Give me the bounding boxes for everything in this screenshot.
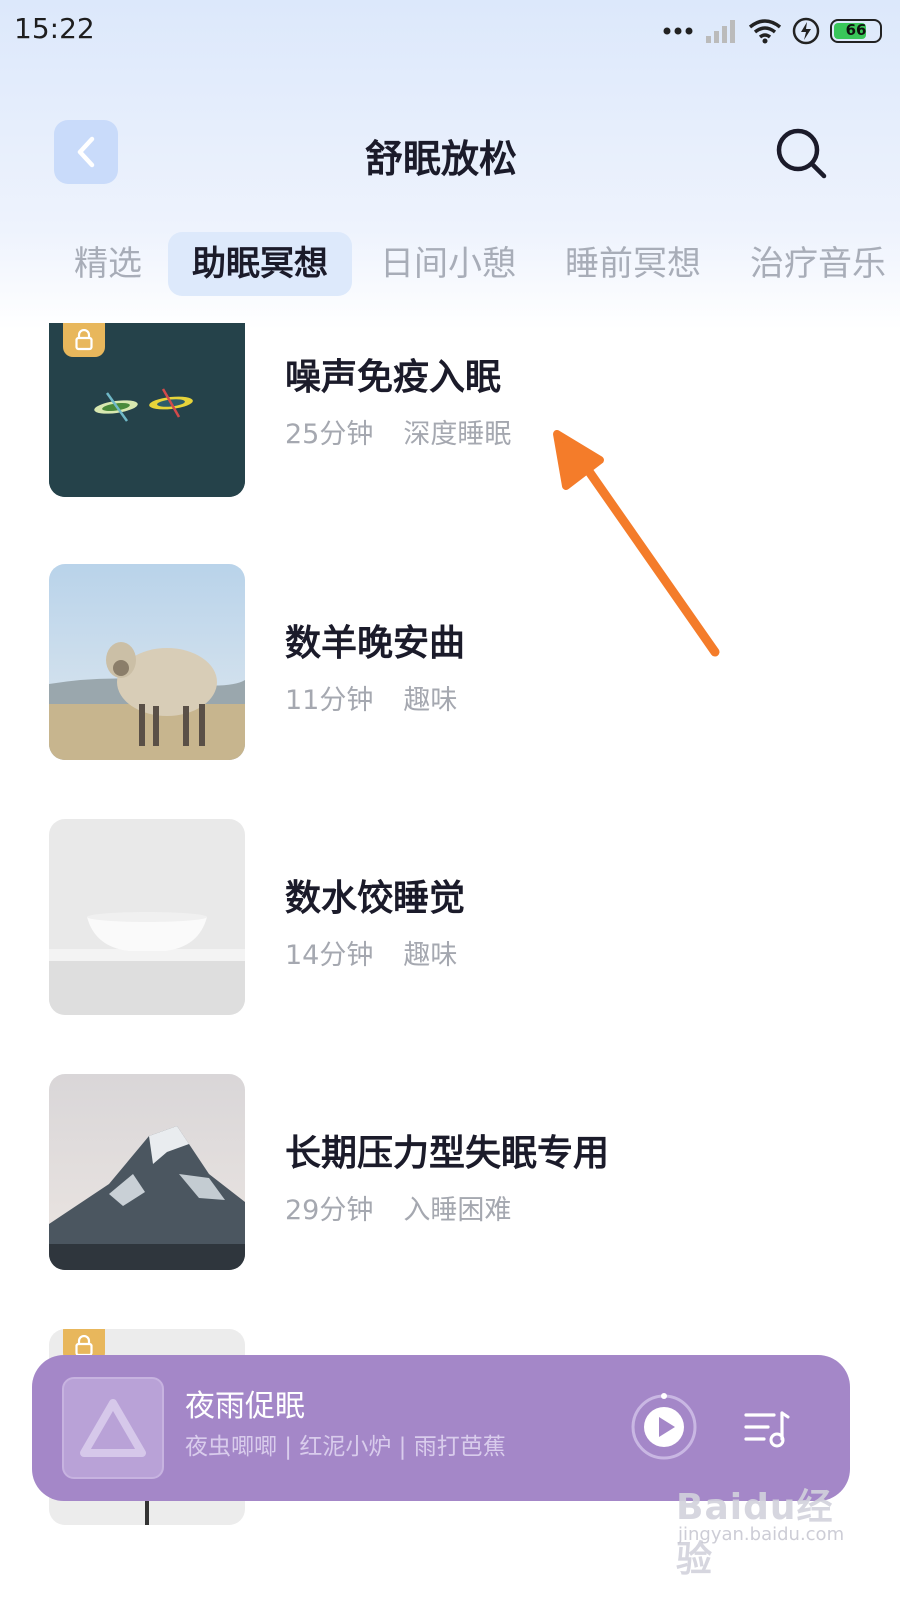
lock-icon	[75, 1335, 93, 1357]
list-item[interactable]: 数羊晚安曲 11分钟 趣味	[0, 564, 900, 760]
player-cover[interactable]	[62, 1377, 164, 1479]
item-title: 长期压力型失眠专用	[285, 1133, 610, 1174]
list-item[interactable]: 数水饺睡觉 14分钟 趣味	[0, 819, 900, 1015]
search-icon	[776, 128, 827, 179]
item-thumbnail	[49, 564, 245, 760]
list-item[interactable]: 噪声免疫入眠 25分钟 深度睡眠	[0, 318, 900, 502]
status-bar: 15:22 66	[0, 0, 900, 62]
play-icon	[631, 1393, 697, 1460]
battery-icon: 66	[830, 19, 882, 43]
tab-sleep-meditation[interactable]: 助眠冥想	[168, 232, 352, 296]
list-item[interactable]: 长期压力型失眠专用 29分钟 入睡困难	[0, 1074, 900, 1270]
category-tabs: 精选 助眠冥想 日间小憩 睡前冥想 治疗音乐	[0, 232, 900, 298]
status-time: 15:22	[14, 12, 95, 45]
item-meta: 14分钟 趣味	[285, 933, 457, 972]
item-title: 数水饺睡觉	[285, 878, 466, 919]
item-title: 噪声免疫入眠	[285, 357, 502, 398]
watermark-url: jingyan.baidu.com	[678, 1524, 845, 1545]
item-title: 数羊晚安曲	[285, 623, 466, 664]
bowl-image	[49, 819, 245, 1015]
wifi-icon	[748, 19, 782, 44]
playlist-icon	[744, 1411, 790, 1448]
signal-icon	[706, 20, 735, 43]
triangle-logo-icon	[80, 1399, 146, 1457]
lock-icon	[75, 329, 93, 351]
tab-daytime-nap[interactable]: 日间小憩	[380, 232, 516, 296]
charging-icon	[792, 17, 820, 45]
more-dots-icon	[663, 27, 693, 35]
item-duration: 29分钟	[285, 1195, 374, 1226]
sheep-image	[49, 564, 245, 760]
item-tag: 趣味	[403, 940, 458, 971]
tab-bedtime-meditation[interactable]: 睡前冥想	[565, 232, 701, 296]
player-title: 夜雨促眠	[185, 1389, 305, 1424]
item-tag: 入睡困难	[403, 1195, 512, 1226]
player-subtitle: 夜虫唧唧 | 红泥小炉 | 雨打芭蕉	[185, 1434, 506, 1460]
play-button[interactable]	[630, 1393, 698, 1461]
item-duration: 25分钟	[285, 419, 374, 450]
item-thumbnail	[49, 323, 245, 497]
item-tag: 趣味	[403, 685, 458, 716]
tab-therapy-music[interactable]: 治疗音乐	[750, 232, 886, 296]
mountain-image	[49, 1074, 245, 1270]
item-thumbnail	[49, 1074, 245, 1270]
item-thumbnail	[49, 819, 245, 1015]
page-title: 舒眠放松	[364, 137, 517, 181]
item-tag: 深度睡眠	[403, 419, 512, 450]
baidu-watermark: Baidu经验 jingyan.baidu.com	[676, 1478, 846, 1580]
item-meta: 25分钟 深度睡眠	[285, 412, 511, 451]
tab-featured[interactable]: 精选	[74, 232, 142, 296]
search-button[interactable]	[772, 124, 830, 182]
battery-percent: 66	[845, 21, 867, 39]
item-meta: 29分钟 入睡困难	[285, 1188, 511, 1227]
item-meta: 11分钟 趣味	[285, 678, 457, 717]
status-icons: 66	[662, 14, 882, 48]
item-duration: 11分钟	[285, 685, 374, 716]
item-duration: 14分钟	[285, 940, 374, 971]
lock-badge	[63, 323, 105, 357]
playlist-button[interactable]	[744, 1409, 790, 1449]
